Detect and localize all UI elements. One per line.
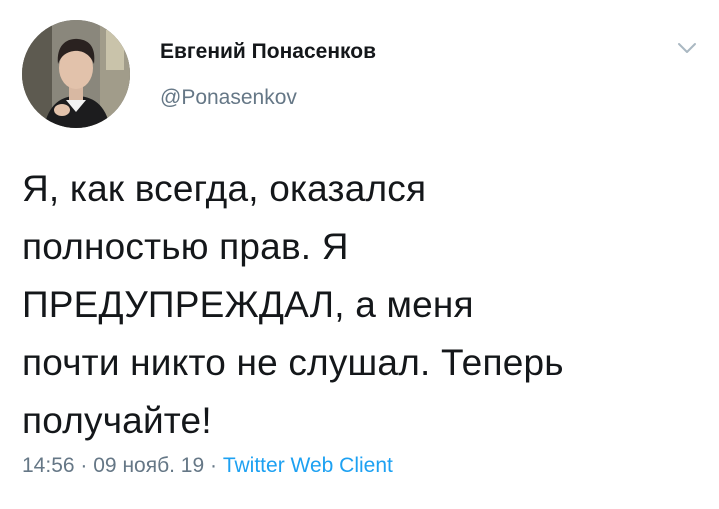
tweet-date[interactable]: 09 нояб. 19 [93, 454, 204, 477]
tweet-source-link[interactable]: Twitter Web Client [223, 454, 393, 477]
tweet-time[interactable]: 14:56 [22, 454, 75, 477]
meta-separator: · [80, 454, 88, 477]
meta-separator: · [210, 454, 217, 477]
tweet-text: Я, как всегда, оказался полностью прав. … [22, 168, 564, 441]
author-handle[interactable]: @Ponasenkov [160, 86, 297, 110]
author-display-name[interactable]: Евгений Понасенков [160, 40, 376, 64]
chevron-down-icon[interactable] [676, 40, 698, 56]
tweet-card: Евгений Понасенков @Ponasenkov Я, как вс… [0, 0, 719, 509]
avatar[interactable] [22, 20, 130, 128]
tweet-metadata: 14:56 · 09 нояб. 19 · Twitter Web Client [22, 454, 393, 478]
